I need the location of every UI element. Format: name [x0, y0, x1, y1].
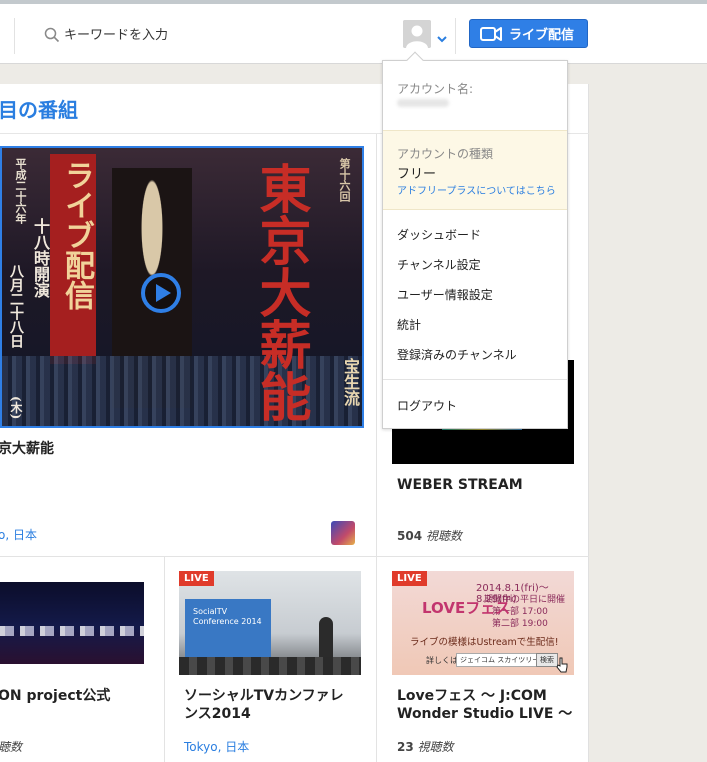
hand-cursor-icon — [556, 657, 568, 673]
account-name-label: アカウント名: — [397, 82, 474, 96]
avatar[interactable] — [403, 20, 431, 48]
menu-channel-settings[interactable]: チャンネル設定 — [397, 256, 481, 273]
section-title: 目の番組 — [0, 98, 78, 122]
live-broadcast-label: ライブ配信 — [509, 28, 575, 43]
featured-date-text: 八月二十八日 — [8, 264, 24, 348]
views-unit: 聴数 — [0, 740, 23, 754]
featured-era-text: 平成二十六年 — [14, 158, 27, 224]
views-unit: 視聴数 — [425, 529, 462, 543]
featured-title[interactable]: 京大薪能 — [0, 440, 54, 458]
card-3-search-pre: 詳しくは — [426, 656, 458, 665]
card-1-performers — [0, 626, 144, 636]
card-3-search-query: ジェイコム スカイツリー — [456, 653, 544, 667]
menu-logout[interactable]: ログアウト — [397, 397, 457, 414]
featured-location[interactable]: o, 日本 — [0, 526, 37, 543]
card-2-location[interactable]: Tokyo, 日本 — [184, 738, 249, 755]
header-divider — [14, 18, 15, 54]
upgrade-link[interactable]: アドフリープラスについてはこちら — [397, 182, 556, 197]
card-3-logo: LOVEフェス — [422, 599, 511, 617]
menu-dashboard[interactable]: ダッシュボード — [397, 226, 481, 243]
right-card-title[interactable]: WEBER STREAM — [397, 476, 523, 494]
views-count: 504 — [397, 529, 423, 543]
account-name-value — [397, 99, 449, 107]
card-3-search-btn: 検索 — [536, 653, 558, 667]
menu-user-settings[interactable]: ユーザー情報設定 — [397, 286, 493, 303]
header: ライブ配信 — [0, 4, 707, 64]
card-3-cta: ライブの模様はUstreamで生配信! — [410, 637, 559, 648]
column-divider — [164, 556, 165, 762]
card-2-title[interactable]: ソーシャルTVカンファレンス2014 — [184, 687, 354, 723]
views-count: 23 — [397, 740, 414, 754]
search-icon — [44, 27, 60, 43]
card-2-screen-text: SocialTV Conference 2014 — [193, 607, 262, 626]
views-unit: 視聴数 — [417, 740, 454, 754]
live-broadcast-button[interactable]: ライブ配信 — [469, 19, 588, 48]
featured-sub-text: ライブ配信 — [59, 160, 94, 310]
camera-icon — [480, 26, 502, 42]
dropdown-divider — [383, 379, 567, 380]
featured-school-text: 宝生流 — [341, 358, 360, 406]
featured-time-text: 十八時開演 — [31, 218, 50, 298]
menu-subscribed-channels[interactable]: 登録済みのチャンネル — [397, 346, 517, 363]
play-icon[interactable] — [140, 272, 182, 314]
column-divider — [376, 134, 377, 762]
card-1-title[interactable]: ON project公式 — [0, 687, 110, 705]
featured-weekday-text: (木) — [9, 396, 23, 420]
account-plan-box: アカウントの種類 フリー アドフリープラスについてはこちら — [383, 130, 567, 210]
live-badge: LIVE — [392, 571, 427, 586]
featured-main-text: 東京大薪能 — [250, 162, 311, 422]
card-2-audience — [179, 657, 361, 675]
card-3-views: 23 視聴数 — [397, 738, 454, 755]
live-badge: LIVE — [179, 571, 214, 586]
card-2-speaker — [319, 617, 333, 657]
channel-avatar[interactable] — [331, 521, 355, 545]
card-2-thumbnail[interactable]: SocialTV Conference 2014 LIVE — [179, 571, 361, 675]
chevron-down-icon[interactable] — [437, 28, 447, 47]
user-silhouette-icon — [403, 20, 431, 48]
card-3-title[interactable]: Loveフェス 〜 J:COM Wonder Studio LIVE 〜 — [397, 687, 577, 723]
account-type-value: フリー — [397, 167, 437, 182]
right-card-views: 504 視聴数 — [397, 527, 462, 544]
search-box[interactable] — [44, 24, 324, 46]
card-3-thumbnail[interactable]: 2014.8.1(fri)〜8.29(fri) 期間中の平日に開催 第一部 17… — [392, 571, 574, 675]
featured-edition-text: 第十六回 — [338, 158, 351, 202]
menu-statistics[interactable]: 統計 — [397, 316, 421, 333]
featured-thumbnail[interactable]: ライブ配信 平成二十六年 十八時開演 八月二十八日 (木) 第十六回 東京大薪能… — [0, 146, 364, 428]
card-1-thumbnail[interactable] — [0, 582, 144, 664]
account-dropdown: アカウント名: アカウントの種類 フリー アドフリープラスについてはこちら ダッ… — [382, 51, 568, 429]
account-type-label: アカウントの種類 — [397, 147, 494, 161]
row-divider — [0, 556, 589, 557]
search-input[interactable] — [64, 27, 324, 43]
header-divider — [455, 18, 456, 54]
card-1-views: 聴数 — [0, 738, 22, 755]
